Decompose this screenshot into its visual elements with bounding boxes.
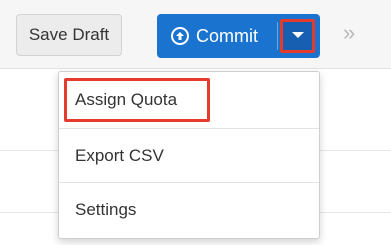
save-draft-button[interactable]: Save Draft bbox=[16, 14, 122, 56]
highlight-outline bbox=[64, 78, 210, 122]
more-actions-icon[interactable]: » bbox=[343, 22, 355, 44]
menu-item-label: Export CSV bbox=[75, 146, 164, 165]
commit-button[interactable]: Commit bbox=[157, 14, 277, 58]
menu-item-label: Settings bbox=[75, 200, 137, 219]
commit-label: Commit bbox=[196, 25, 258, 46]
menu-item-settings[interactable]: Settings bbox=[59, 185, 319, 235]
menu-item-export-csv[interactable]: Export CSV bbox=[59, 131, 319, 181]
menu-divider bbox=[59, 128, 319, 129]
commit-icon bbox=[171, 27, 189, 45]
save-draft-label: Save Draft bbox=[28, 25, 110, 44]
chevron-down-icon bbox=[291, 27, 305, 45]
toolbar: Save Draft Commit » bbox=[0, 0, 391, 69]
commit-dropdown-toggle[interactable] bbox=[280, 19, 315, 53]
commit-divider bbox=[277, 22, 278, 50]
menu-divider bbox=[59, 182, 319, 183]
